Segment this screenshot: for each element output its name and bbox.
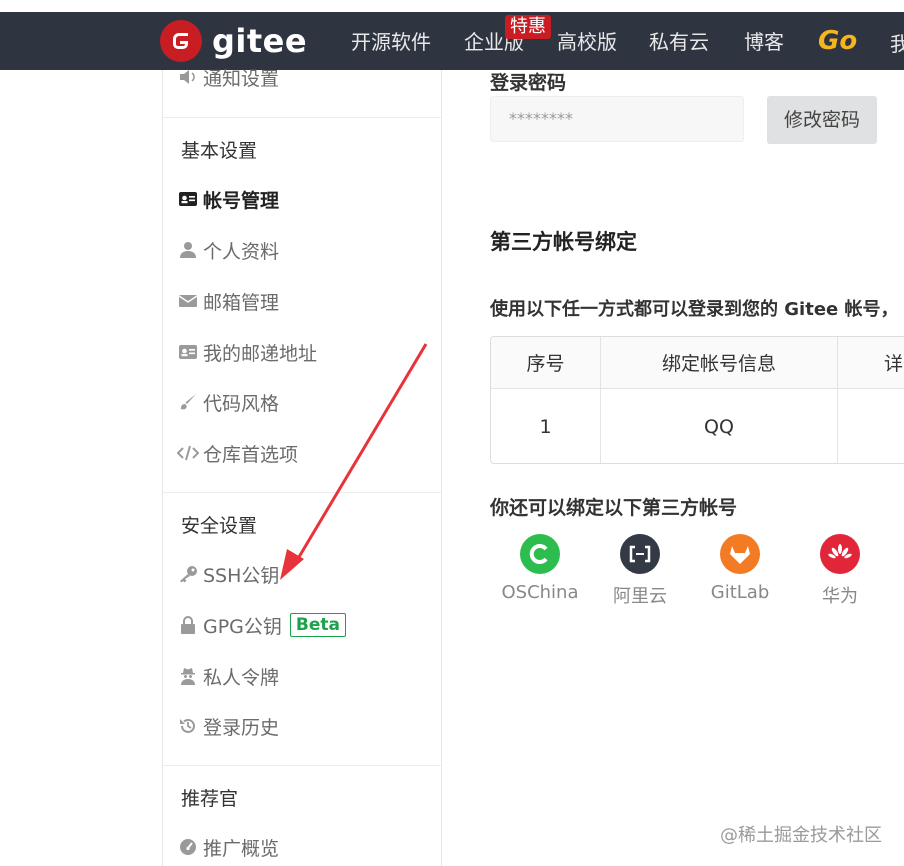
gitee-logo-icon xyxy=(160,20,202,62)
sidebar-item-gpg-keys[interactable]: GPG公钥 Beta xyxy=(177,610,346,640)
history-icon xyxy=(177,715,199,737)
change-password-button[interactable]: 修改密码 xyxy=(767,96,877,144)
id-card-icon xyxy=(177,188,199,210)
nav-go[interactable]: Go xyxy=(818,26,857,56)
table-header-row: 序号 绑定帐号信息 详 xyxy=(491,337,904,388)
sidebar-item-label: SSH公钥 xyxy=(203,564,280,587)
watermark: @稀土掘金技术社区 xyxy=(720,825,882,846)
sidebar-item-address[interactable]: 我的邮递地址 xyxy=(177,337,317,367)
provider-label: 阿里云 xyxy=(613,586,667,607)
paintbrush-icon xyxy=(177,391,199,413)
nav-cut-item[interactable]: 我 xyxy=(890,28,904,57)
sidebar-item-promo-overview[interactable]: 推广概览 xyxy=(177,832,279,862)
sidebar-item-label: 登录历史 xyxy=(203,716,280,739)
dashboard-icon xyxy=(177,836,199,858)
sidebar-item-label: GPG公钥 xyxy=(203,615,282,638)
nav-education[interactable]: 高校版 xyxy=(557,28,617,56)
sidebar-item-private-tokens[interactable]: 私人令牌 xyxy=(177,661,279,691)
provider-label: OSChina xyxy=(501,582,579,603)
sidebar-item-notification[interactable]: 通知设置 xyxy=(177,62,279,92)
table-cell: 1 xyxy=(491,389,601,463)
bind-more-title: 你还可以绑定以下第三方帐号 xyxy=(490,497,738,519)
sidebar-item-label: 个人资料 xyxy=(203,240,280,263)
sidebar-item-label: 仓库首选项 xyxy=(203,443,299,466)
divider xyxy=(163,765,441,766)
password-field[interactable]: ******** xyxy=(490,96,744,142)
table-row: 1 QQ xyxy=(491,389,904,463)
sidebar-item-ssh-keys[interactable]: SSH公钥 xyxy=(177,559,279,589)
table-header-cell: 绑定帐号信息 xyxy=(601,337,838,388)
oschina-icon xyxy=(520,534,560,574)
sidebar-item-label: 帐号管理 xyxy=(203,189,280,212)
lock-icon xyxy=(177,614,199,636)
provider-aliyun[interactable]: 阿里云 xyxy=(595,534,685,608)
sidebar-item-repo-preferences[interactable]: 仓库首选项 xyxy=(177,438,298,468)
aliyun-icon xyxy=(620,534,660,574)
table-cell: QQ xyxy=(601,389,838,463)
sidebar-item-label: 通知设置 xyxy=(203,67,280,90)
sidebar-item-label: 推广概览 xyxy=(203,837,280,860)
huawei-icon xyxy=(820,534,860,574)
envelope-icon xyxy=(177,290,199,312)
user-secret-icon xyxy=(177,665,199,687)
sidebar-item-account[interactable]: 帐号管理 xyxy=(177,184,279,214)
sidebar-item-label: 代码风格 xyxy=(203,392,280,415)
sidebar-item-label: 私人令牌 xyxy=(203,666,280,689)
sidebar-item-profile[interactable]: 个人资料 xyxy=(177,235,279,265)
section-promo-heading: 推荐官 xyxy=(181,788,239,810)
top-strip xyxy=(0,0,904,12)
sidebar-item-email[interactable]: 邮箱管理 xyxy=(177,286,279,316)
provider-label: 华为 xyxy=(822,586,858,607)
nav-blog[interactable]: 博客 xyxy=(744,28,784,56)
nav-open-source[interactable]: 开源软件 xyxy=(351,28,431,56)
third-party-title: 第三方帐号绑定 xyxy=(490,230,637,254)
divider xyxy=(163,492,441,493)
table-header-cell: 序号 xyxy=(491,337,601,388)
beta-badge: Beta xyxy=(289,613,346,637)
nav-promo-badge: 特惠 xyxy=(505,15,551,39)
provider-label: GitLab xyxy=(710,582,770,603)
third-party-description: 使用以下任一方式都可以登录到您的 Gitee 帐号， xyxy=(490,299,899,320)
user-icon xyxy=(177,239,199,261)
top-navbar: gitee 开源软件 企业版 特惠 高校版 私有云 博客 Go 我 xyxy=(0,12,904,70)
table-cell xyxy=(838,389,904,463)
sidebar-item-label: 邮箱管理 xyxy=(203,291,280,314)
key-icon xyxy=(177,563,199,585)
speaker-icon xyxy=(177,66,199,88)
address-card-icon xyxy=(177,341,199,363)
sidebar-item-code-style[interactable]: 代码风格 xyxy=(177,387,279,417)
sidebar-item-login-history[interactable]: 登录历史 xyxy=(177,711,279,741)
password-label: 登录密码 xyxy=(490,72,567,94)
bound-accounts-table: 序号 绑定帐号信息 详 1 QQ xyxy=(490,336,904,464)
section-security-heading: 安全设置 xyxy=(181,515,258,537)
nav-private-cloud[interactable]: 私有云 xyxy=(649,28,709,56)
settings-main: 登录密码 ******** 修改密码 第三方帐号绑定 使用以下任一方式都可以登录… xyxy=(442,70,904,866)
section-basic-heading: 基本设置 xyxy=(181,140,258,162)
gitee-logo[interactable]: gitee xyxy=(160,20,307,62)
gitee-logo-text: gitee xyxy=(212,22,308,60)
sidebar-item-label: 我的邮递地址 xyxy=(203,342,318,365)
provider-oschina[interactable]: OSChina xyxy=(495,534,585,603)
code-icon xyxy=(177,442,199,464)
gitlab-icon xyxy=(720,534,760,574)
divider xyxy=(163,117,441,118)
provider-huawei[interactable]: 华为 xyxy=(795,534,885,608)
table-header-cell: 详 xyxy=(884,353,904,375)
settings-sidebar: 通知设置 基本设置 帐号管理 个人资料 邮箱管理 我的邮递地址 代码风格 仓库首… xyxy=(162,68,442,866)
provider-gitlab[interactable]: GitLab xyxy=(695,534,785,603)
